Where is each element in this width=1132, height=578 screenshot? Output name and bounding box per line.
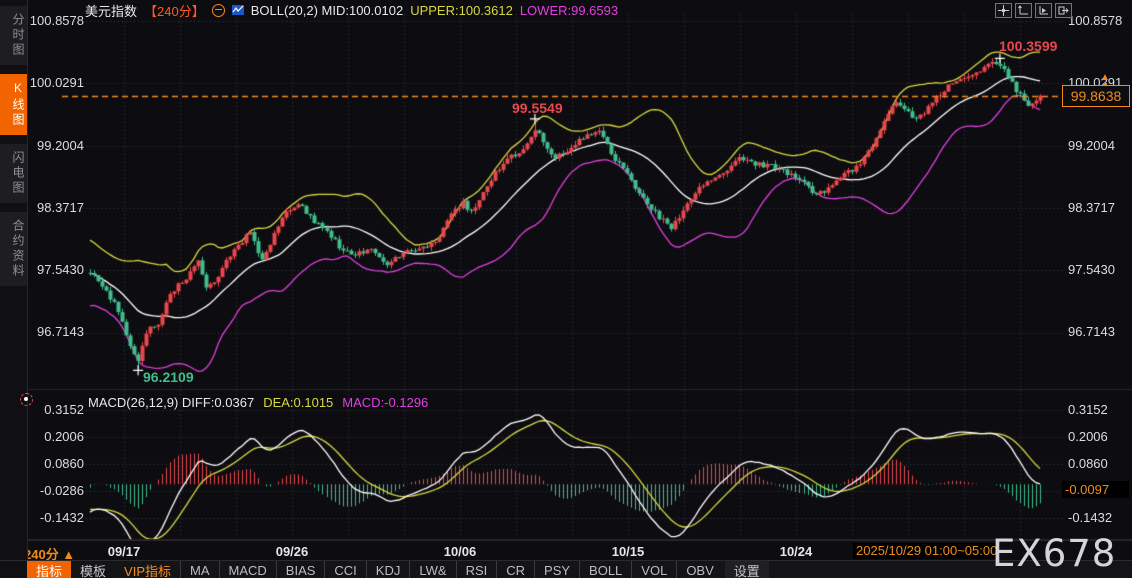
price-pin-icon: ▲ xyxy=(1100,73,1110,86)
toolbar-item-template[interactable]: 模板 xyxy=(71,561,115,578)
y-axis-label: 97.5430 xyxy=(1068,262,1115,277)
toolbar-item-indicator[interactable]: 指标 xyxy=(27,561,72,578)
toolbar-item-obv[interactable]: OBV xyxy=(676,561,722,578)
y-axis-label: 96.7143 xyxy=(37,324,84,339)
toolbar-item-bias[interactable]: BIAS xyxy=(275,561,325,578)
symbol-name: 美元指数 xyxy=(85,3,138,19)
last-price-box: 99.8638 xyxy=(1062,85,1130,107)
macd-y-label: 0.0860 xyxy=(44,456,84,471)
watermark: EX678 xyxy=(992,532,1117,575)
toolbar-item-ma[interactable]: MA xyxy=(180,561,219,578)
y-axis-label: 99.2004 xyxy=(37,138,84,153)
macd-value-box: -0.0097 xyxy=(1062,481,1129,498)
macd-value: MACD:-0.1296 xyxy=(342,395,429,410)
y-axis-label: 97.5430 xyxy=(37,262,84,277)
toolbar-item-macd[interactable]: MACD xyxy=(218,561,276,578)
annotation-low: 96.2109 xyxy=(143,369,194,385)
toolbar-item-kdj[interactable]: KDJ xyxy=(365,561,410,578)
period-badge: 【240分】 xyxy=(144,3,205,19)
boll-mid-value: BOLL(20,2) MID:100.0102 xyxy=(250,2,404,18)
toolbar-item-lw[interactable]: LW& xyxy=(409,561,455,578)
sidebar-tab-contract-info[interactable]: 合约资料 xyxy=(0,212,27,286)
annotation-swing-high: 99.5549 xyxy=(512,100,563,116)
boll-lower-value: LOWER:99.6593 xyxy=(519,2,619,18)
macd-y-label: -0.0286 xyxy=(39,483,84,498)
sidebar-tab-kline[interactable]: K线图 xyxy=(0,74,27,135)
axis-play-icon[interactable] xyxy=(1035,3,1052,18)
macd-params-diff: MACD(26,12,9) DIFF:0.0367 xyxy=(88,395,255,410)
collapse-indicator-icon[interactable] xyxy=(211,3,225,17)
toolbar-item-vip[interactable]: VIP指标 xyxy=(115,561,180,578)
macd-y-label: 0.0860 xyxy=(1068,456,1108,471)
annotation-high: 100.3599 xyxy=(999,38,1058,54)
toolbar-spacer xyxy=(0,561,27,578)
y-axis-label: 98.3717 xyxy=(1068,200,1115,215)
time-axis: 240分 ▲ 09/17 09/26 10/06 10/15 10/24 202… xyxy=(0,540,1132,562)
boll-upper-value: UPPER:100.3612 xyxy=(410,2,513,18)
y-axis-label: 96.7143 xyxy=(1068,324,1115,339)
x-axis-label: 10/06 xyxy=(443,544,477,559)
chart-canvas[interactable] xyxy=(0,0,1132,560)
macd-y-label: 0.3152 xyxy=(44,402,84,417)
x-axis-label: 09/17 xyxy=(107,544,141,559)
toolbar-item-cci[interactable]: CCI xyxy=(324,561,365,578)
x-axis-label: 09/26 xyxy=(275,544,309,559)
y-axis-label: 99.2004 xyxy=(1068,138,1115,153)
chart-type-sidebar: 分时图 K线图 闪电图 合约资料 xyxy=(0,0,28,560)
macd-y-label: 0.3152 xyxy=(1068,402,1108,417)
toolbar-item-cr[interactable]: CR xyxy=(496,561,534,578)
sidebar-tab-timeline[interactable]: 分时图 xyxy=(0,6,27,65)
crosshair-icon[interactable] xyxy=(995,3,1012,18)
toolbar-item-psy[interactable]: PSY xyxy=(534,561,579,578)
indicator-toolbar: 指标 模板 VIP指标 MA MACD BIAS CCI KDJ LW& RSI… xyxy=(0,560,1132,578)
macd-y-label: -0.1432 xyxy=(39,510,84,525)
chart-window: 分时图 K线图 闪电图 合约资料 美元指数 【240分】 BOLL(20,2) … xyxy=(0,0,1132,578)
x-axis-label: 10/24 xyxy=(779,544,813,559)
chart-tool-icons xyxy=(995,3,1072,18)
macd-y-label: 0.2006 xyxy=(1068,429,1108,444)
macd-dea-value: DEA:0.1015 xyxy=(263,395,334,410)
toolbar-item-boll[interactable]: BOLL xyxy=(579,561,631,578)
indicator-dot-icon[interactable] xyxy=(20,393,33,406)
y-axis-label: 100.8578 xyxy=(1068,13,1123,28)
y-axis-label: 100.8578 xyxy=(29,13,84,28)
macd-y-label: 0.2006 xyxy=(44,429,84,444)
macd-y-label: -0.1432 xyxy=(1068,510,1113,525)
toolbar-item-vol[interactable]: VOL xyxy=(631,561,676,578)
y-axis-label: 100.0291 xyxy=(29,75,84,90)
boll-indicator-icon xyxy=(231,4,244,16)
sidebar-tab-flash[interactable]: 闪电图 xyxy=(0,144,27,203)
macd-header: MACD(26,12,9) DIFF:0.0367 DEA:0.1015 MAC… xyxy=(88,395,428,410)
axis-scale-icon[interactable] xyxy=(1015,3,1032,18)
y-axis-label: 98.3717 xyxy=(37,200,84,215)
current-bar-time: 2025/10/29 01:00~05:00 xyxy=(853,543,1001,559)
export-right-icon[interactable] xyxy=(1055,3,1072,18)
chart-header: 美元指数 【240分】 BOLL(20,2) MID:100.0102 UPPE… xyxy=(85,2,619,19)
toolbar-item-rsi[interactable]: RSI xyxy=(455,561,497,578)
toolbar-item-settings[interactable]: 设置 xyxy=(724,561,769,578)
x-axis-label: 10/15 xyxy=(611,544,645,559)
